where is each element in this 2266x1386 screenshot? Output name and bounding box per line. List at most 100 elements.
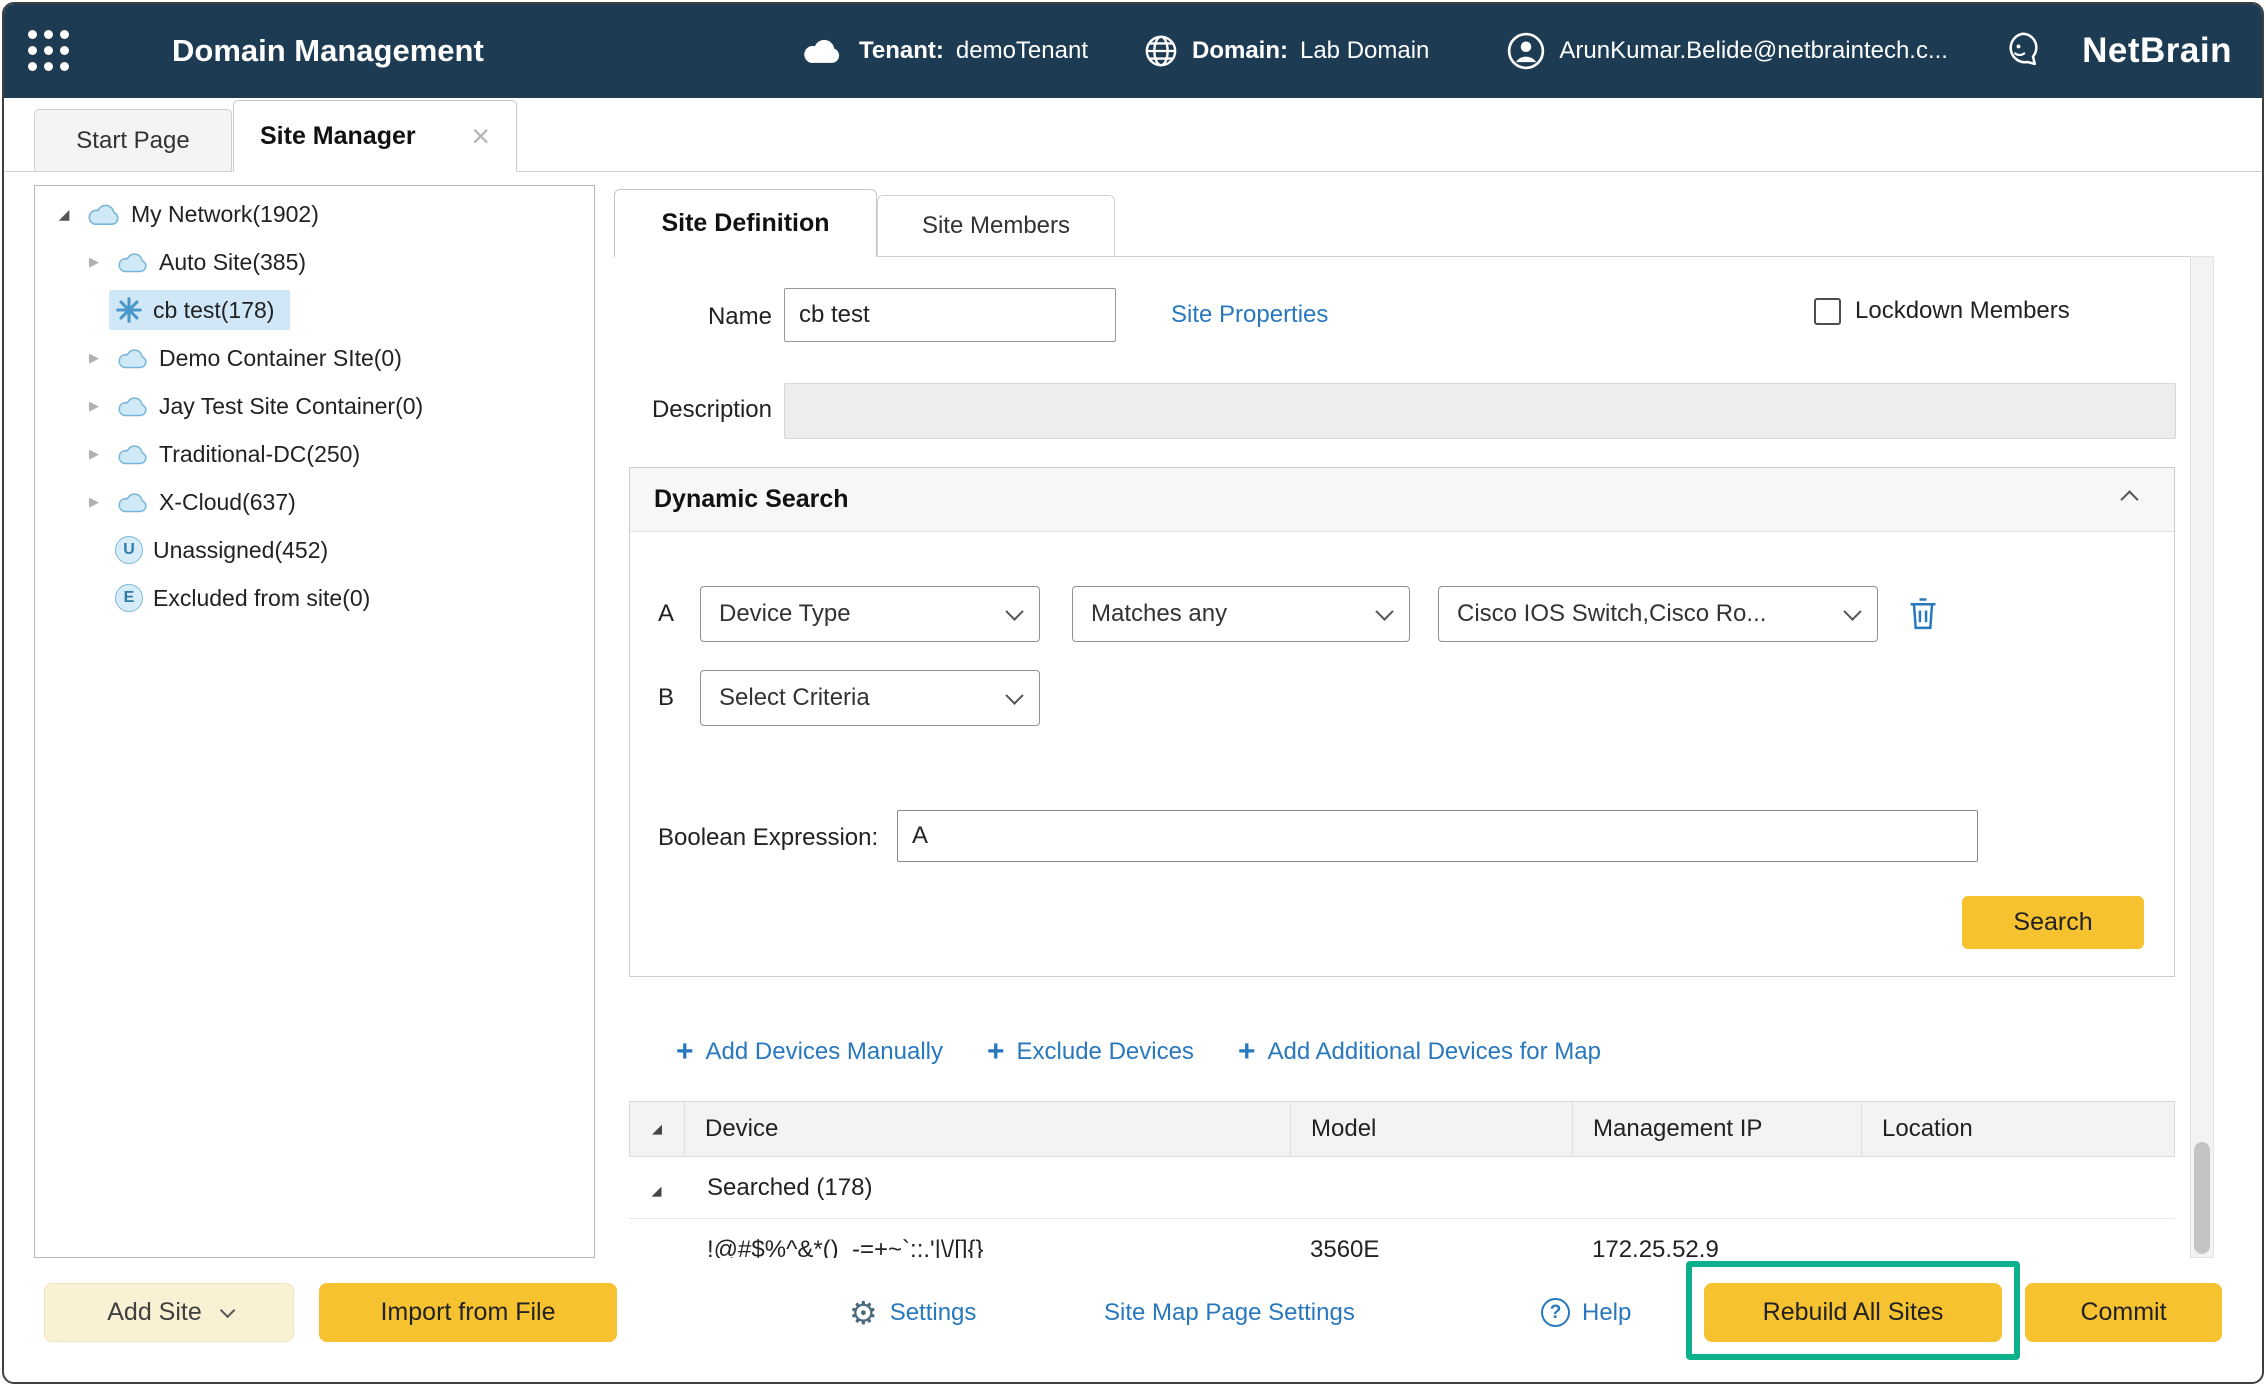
collapse-section-icon[interactable] xyxy=(2120,490,2138,508)
chevron-down-icon xyxy=(1843,602,1861,620)
device-type-dropdown[interactable]: Device Type xyxy=(700,586,1040,642)
cloud-icon xyxy=(115,492,149,513)
header-meta: Tenant: demoTenant Domain: Lab Domain Ar… xyxy=(799,4,1948,98)
chevron-down-icon xyxy=(1375,602,1393,620)
rebuild-all-sites-button[interactable]: Rebuild All Sites xyxy=(1704,1283,2002,1342)
tab-label: Start Page xyxy=(76,127,189,155)
tree-item-traditional-dc[interactable]: ▶ Traditional-DC(250) xyxy=(35,430,594,478)
site-name-input[interactable] xyxy=(784,288,1116,342)
tree-item-demo-container[interactable]: ▶ Demo Container SIte(0) xyxy=(35,334,594,382)
lockdown-label: Lockdown Members xyxy=(1855,297,2070,325)
help-link[interactable]: ? Help xyxy=(1541,1283,1631,1342)
lockdown-members-control: Lockdown Members xyxy=(1814,297,2070,325)
expand-icon[interactable]: ▶ xyxy=(79,446,109,462)
tree-item-x-cloud[interactable]: ▶ X-Cloud(637) xyxy=(35,478,594,526)
cloud-icon xyxy=(115,348,149,369)
tree-item-label: Excluded from site(0) xyxy=(153,585,370,612)
criteria-dropdown[interactable]: Select Criteria xyxy=(700,670,1040,726)
unassigned-icon: U xyxy=(115,536,143,564)
row-b-label: B xyxy=(658,684,674,712)
exclude-devices-link[interactable]: + Exclude Devices xyxy=(987,1037,1194,1067)
tree-item-my-network[interactable]: ◢ My Network(1902) xyxy=(35,190,594,238)
import-from-file-button[interactable]: Import from File xyxy=(319,1283,617,1342)
add-devices-manually-link[interactable]: + Add Devices Manually xyxy=(676,1037,943,1067)
boolean-expression-label: Boolean Expression: xyxy=(658,824,878,852)
table-row[interactable]: !@#$%^&*()_-=+~`::.'|\/[]{} 3560E 172.25… xyxy=(629,1219,2175,1258)
tree-item-excluded[interactable]: E Excluded from site(0) xyxy=(35,574,594,622)
collapse-group-icon[interactable]: ◢ xyxy=(652,1183,662,1198)
add-site-button[interactable]: Add Site xyxy=(44,1283,294,1342)
scrollbar-thumb[interactable] xyxy=(2194,1142,2210,1254)
searched-group-row[interactable]: ◢ Searched (178) xyxy=(629,1157,2175,1219)
site-properties-link[interactable]: Site Properties xyxy=(1171,288,1328,342)
column-location: Location xyxy=(1862,1102,2174,1156)
netbrain-logo: NetBrain xyxy=(2082,4,2232,98)
gear-icon: ⚙ xyxy=(849,1297,878,1329)
trash-icon[interactable] xyxy=(1906,596,1940,637)
tree-item-jay-test[interactable]: ▶ Jay Test Site Container(0) xyxy=(35,382,594,430)
tab-site-members[interactable]: Site Members xyxy=(877,195,1115,256)
assistant-icon[interactable] xyxy=(2003,28,2049,79)
chevron-down-icon xyxy=(220,1303,236,1319)
page-title: Domain Management xyxy=(172,4,484,98)
dropdown-value: Select Criteria xyxy=(719,684,870,712)
search-button[interactable]: Search xyxy=(1962,896,2144,949)
help-icon: ? xyxy=(1541,1298,1570,1327)
add-additional-devices-link[interactable]: + Add Additional Devices for Map xyxy=(1238,1037,1601,1067)
tree-item-label: X-Cloud(637) xyxy=(159,489,296,516)
expand-icon[interactable]: ▶ xyxy=(79,494,109,510)
domain-management-window: Domain Management Tenant: demoTenant Dom… xyxy=(2,2,2264,1384)
tree-item-label: Jay Test Site Container(0) xyxy=(159,393,423,420)
link-label: Add Additional Devices for Map xyxy=(1267,1038,1601,1066)
tree-item-label: Auto Site(385) xyxy=(159,249,306,276)
close-icon[interactable]: × xyxy=(471,120,490,152)
site-map-page-settings-link[interactable]: Site Map Page Settings xyxy=(1104,1283,1355,1342)
collapse-all-icon[interactable]: ◢ xyxy=(652,1121,662,1137)
cell-device: !@#$%^&*()_-=+~`::.'|\/[]{} xyxy=(684,1236,1290,1258)
cloud-icon xyxy=(115,444,149,465)
device-value-dropdown[interactable]: Cisco IOS Switch,Cisco Ro... xyxy=(1438,586,1878,642)
boolean-expression-input[interactable] xyxy=(897,810,1978,862)
tab-start-page[interactable]: Start Page xyxy=(34,109,232,171)
dynamic-search-section: Dynamic Search A Device Type Matches any… xyxy=(629,467,2175,977)
tree-item-label: Traditional-DC(250) xyxy=(159,441,360,468)
expand-icon[interactable]: ▶ xyxy=(79,254,109,270)
table-header: ◢ Device Model Management IP Location xyxy=(629,1101,2175,1157)
settings-link[interactable]: ⚙ Settings xyxy=(849,1283,976,1342)
cloud-icon xyxy=(85,203,121,226)
column-model: Model xyxy=(1291,1102,1573,1156)
expand-icon[interactable]: ▶ xyxy=(79,350,109,366)
dropdown-value: Cisco IOS Switch,Cisco Ro... xyxy=(1457,600,1766,628)
description-input[interactable] xyxy=(784,383,2176,439)
chevron-down-icon xyxy=(1005,602,1023,620)
tree-item-auto-site[interactable]: ▶ Auto Site(385) xyxy=(35,238,594,286)
tab-label: Site Definition xyxy=(661,209,829,238)
chevron-down-icon xyxy=(1005,686,1023,704)
cloud-icon xyxy=(115,252,149,273)
column-management-ip: Management IP xyxy=(1573,1102,1862,1156)
user-email[interactable]: ArunKumar.Belide@netbraintech.c... xyxy=(1559,37,1948,65)
row-a-label: A xyxy=(658,600,674,628)
tree-item-cb-test[interactable]: cb test(178) xyxy=(35,286,594,334)
tab-label: Site Manager xyxy=(260,122,416,151)
app-launcher-icon[interactable] xyxy=(28,30,69,71)
name-label: Name xyxy=(614,290,772,344)
expand-icon[interactable]: ▶ xyxy=(79,398,109,414)
cell-management-ip: 172.25.52.9 xyxy=(1572,1236,1861,1258)
collapse-icon[interactable]: ◢ xyxy=(49,206,79,223)
tab-site-definition[interactable]: Site Definition xyxy=(614,189,877,257)
operator-dropdown[interactable]: Matches any xyxy=(1072,586,1410,642)
tab-site-manager[interactable]: Site Manager × xyxy=(233,100,517,172)
link-label: Site Map Page Settings xyxy=(1104,1299,1355,1327)
commit-button[interactable]: Commit xyxy=(2025,1283,2222,1342)
scrollbar[interactable] xyxy=(2190,256,2214,1258)
site-detail-panel: Site Definition Site Members Name Site P… xyxy=(614,185,2214,1258)
domain-label: Domain: xyxy=(1192,37,1288,65)
app-header: Domain Management Tenant: demoTenant Dom… xyxy=(4,4,2262,98)
lockdown-checkbox[interactable] xyxy=(1814,298,1841,325)
tab-label: Site Members xyxy=(922,212,1070,240)
dropdown-value: Matches any xyxy=(1091,600,1227,628)
group-label: Searched (178) xyxy=(684,1174,872,1202)
tree-item-unassigned[interactable]: U Unassigned(452) xyxy=(35,526,594,574)
tree-item-label: cb test(178) xyxy=(153,297,274,324)
